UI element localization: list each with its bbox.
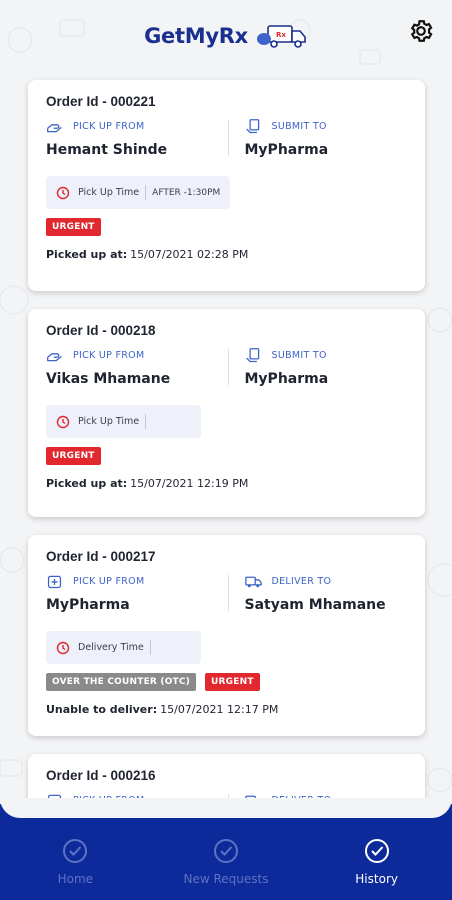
badge-row: URGENT bbox=[46, 447, 407, 465]
status-timestamp: 15/07/2021 02:28 PM bbox=[130, 248, 249, 261]
submit-label: SUBMIT TO bbox=[271, 350, 327, 361]
pickup-label: PICK UP FROM bbox=[73, 576, 145, 587]
status-label: Unable to deliver: bbox=[46, 703, 158, 716]
check-circle-icon bbox=[213, 839, 238, 863]
order-id: Order Id - 000216 bbox=[46, 768, 156, 783]
time-separator bbox=[149, 640, 151, 655]
submit-hand-icon bbox=[245, 348, 259, 363]
nav-history[interactable]: History bbox=[302, 838, 452, 900]
pickup-name: Hemant Shinde bbox=[46, 142, 168, 158]
submit-name: MyPharma bbox=[244, 371, 329, 387]
check-circle-icon bbox=[364, 839, 389, 863]
deliver-name: Satyam Mhamane bbox=[244, 597, 386, 613]
delivery-time-pill: Delivery Time bbox=[46, 631, 201, 664]
submit-column: SUBMIT TO MyPharma bbox=[227, 347, 408, 387]
submit-hand-icon bbox=[245, 119, 259, 134]
nav-new-requests[interactable]: New Requests bbox=[151, 838, 301, 900]
urgent-badge: URGENT bbox=[46, 447, 101, 465]
time-separator bbox=[145, 414, 147, 429]
submit-column: SUBMIT TO MyPharma bbox=[227, 118, 408, 158]
logo-text: GetMyRx bbox=[144, 24, 248, 48]
pickup-time-pill: Pick Up Time AFTER -1:30PM bbox=[46, 176, 231, 209]
status-line: Picked up at: 15/07/2021 12:19 PM bbox=[46, 477, 407, 490]
otc-badge: OVER THE COUNTER (OTC) bbox=[46, 673, 197, 691]
pickup-column: PICK UP FROM Vikas Mhamane bbox=[46, 347, 227, 387]
status-line: Unable to deliver: 15/07/2021 12:17 PM bbox=[46, 703, 407, 716]
nav-home-label: Home bbox=[57, 872, 94, 886]
time-label: Pick Up Time bbox=[78, 416, 140, 427]
order-id: Order Id - 000218 bbox=[46, 323, 156, 338]
time-label: Pick Up Time bbox=[78, 187, 140, 198]
pickup-hand-icon bbox=[47, 353, 62, 362]
order-card[interactable]: Order Id - 000221 PICK UP FROM Hemant Sh… bbox=[28, 80, 425, 291]
delivery-truck-icon: Rx bbox=[256, 25, 306, 48]
pharmacy-plus-icon bbox=[47, 575, 62, 589]
logo-truck-text: Rx bbox=[276, 31, 286, 39]
pickup-name: MyPharma bbox=[46, 597, 130, 613]
pickup-name: Vikas Mhamane bbox=[46, 371, 171, 387]
order-history-list: Order Id - 000221 PICK UP FROM Hemant Sh… bbox=[28, 80, 425, 892]
order-id: Order Id - 000217 bbox=[46, 549, 156, 564]
status-timestamp: 15/07/2021 12:17 PM bbox=[160, 703, 279, 716]
app-logo: GetMyRx Rx bbox=[144, 21, 308, 51]
status-label: Picked up at: bbox=[46, 477, 128, 490]
submit-label: SUBMIT TO bbox=[271, 121, 327, 132]
clock-icon bbox=[56, 186, 70, 199]
order-card[interactable]: Order Id - 000217 PICK UP FROM MyPharma … bbox=[28, 535, 425, 736]
deliver-column: DELIVER TO Satyam Mhamane bbox=[227, 573, 408, 613]
nav-history-label: History bbox=[355, 872, 398, 886]
nav-home[interactable]: Home bbox=[0, 838, 150, 900]
deliver-label: DELIVER TO bbox=[271, 576, 332, 587]
pickup-label: PICK UP FROM bbox=[73, 121, 145, 132]
bottom-navigation: Home New Requests History bbox=[0, 804, 452, 900]
app-header: GetMyRx Rx bbox=[0, 0, 452, 72]
clock-icon bbox=[56, 641, 70, 654]
order-card[interactable]: Order Id - 000218 PICK UP FROM Vikas Mha… bbox=[28, 309, 425, 517]
submit-name: MyPharma bbox=[244, 142, 329, 158]
badge-row: URGENT bbox=[46, 218, 407, 236]
urgent-badge: URGENT bbox=[205, 673, 260, 691]
badge-row: OVER THE COUNTER (OTC) URGENT bbox=[46, 673, 407, 691]
check-circle-icon bbox=[63, 839, 88, 863]
time-value: AFTER -1:30PM bbox=[152, 187, 221, 198]
time-label: Delivery Time bbox=[78, 642, 144, 653]
urgent-badge: URGENT bbox=[46, 218, 101, 236]
clock-icon bbox=[56, 415, 70, 428]
pickup-label: PICK UP FROM bbox=[73, 350, 145, 361]
pickup-time-pill: Pick Up Time bbox=[46, 405, 201, 438]
pickup-column: PICK UP FROM MyPharma bbox=[46, 573, 227, 613]
settings-gear-icon[interactable] bbox=[408, 18, 434, 44]
status-label: Picked up at: bbox=[46, 248, 128, 261]
nav-new-requests-label: New Requests bbox=[183, 872, 269, 886]
status-timestamp: 15/07/2021 12:19 PM bbox=[130, 477, 249, 490]
delivery-truck-icon bbox=[244, 576, 262, 588]
pickup-column: PICK UP FROM Hemant Shinde bbox=[46, 118, 227, 158]
time-separator bbox=[145, 185, 147, 200]
pickup-hand-icon bbox=[47, 124, 62, 133]
order-id: Order Id - 000221 bbox=[46, 94, 156, 109]
status-line: Picked up at: 15/07/2021 02:28 PM bbox=[46, 248, 407, 261]
